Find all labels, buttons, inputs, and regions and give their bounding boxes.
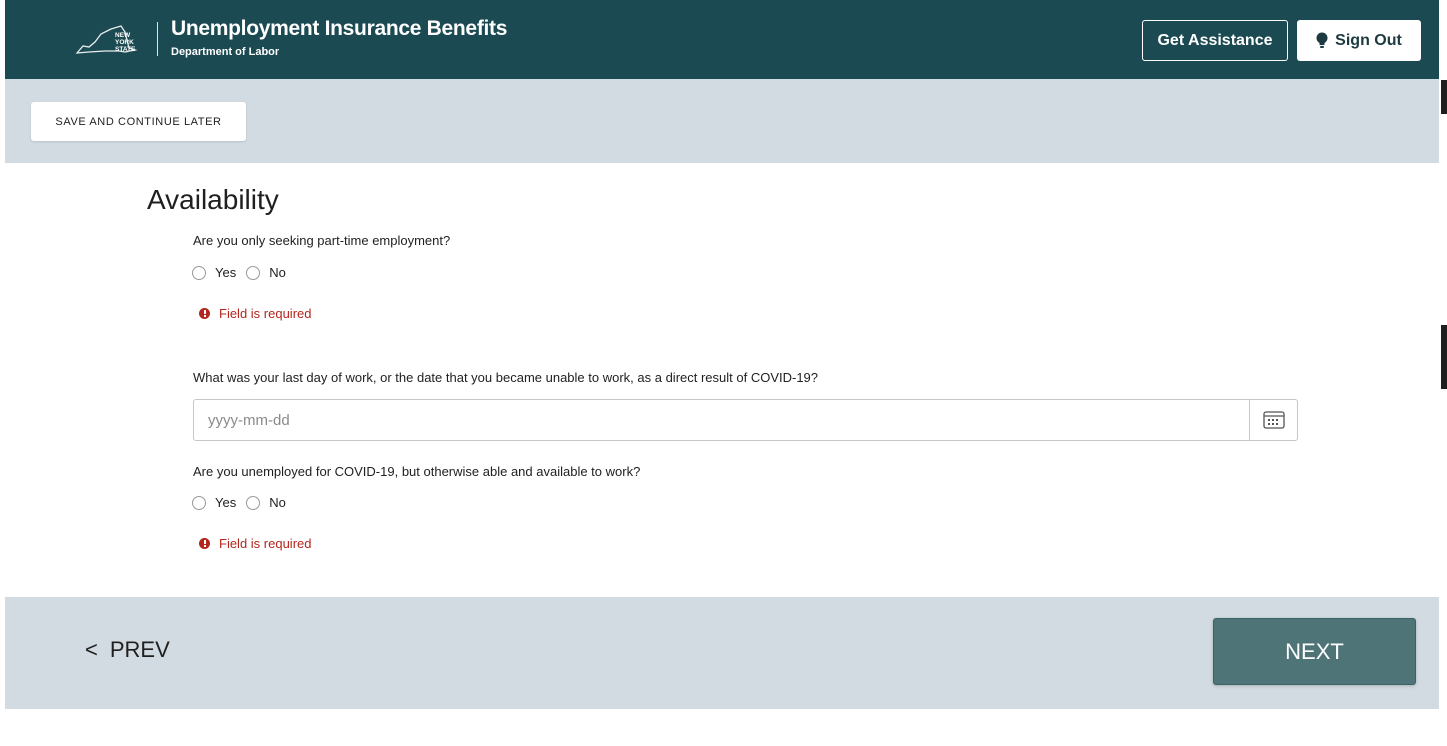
last-day-date-field [193, 399, 1298, 441]
action-bar: SAVE AND CONTINUE LATER [5, 79, 1439, 163]
able-available-error-text: Field is required [219, 536, 312, 551]
logo-line-2: YORK [115, 39, 134, 46]
part-time-no-radio[interactable] [246, 265, 261, 280]
sign-out-label: Sign Out [1335, 31, 1402, 49]
page-title: Availability [147, 184, 279, 215]
prev-button[interactable]: < PREV [85, 637, 170, 663]
part-time-no-label[interactable]: No [269, 265, 286, 280]
question-part-time: Are you only seeking part-time employmen… [193, 233, 451, 248]
part-time-error: Field is required [199, 306, 312, 321]
alert-circle-icon [199, 538, 210, 549]
calendar-button[interactable] [1249, 400, 1297, 440]
sign-out-button[interactable]: Sign Out [1297, 20, 1421, 61]
next-label: NEXT [1285, 638, 1344, 664]
able-available-error: Field is required [199, 536, 312, 551]
window-edge-mark [1441, 325, 1447, 389]
part-time-yes-label[interactable]: Yes [215, 265, 236, 280]
logo-line-1: NEW [115, 32, 131, 39]
logo-line-3: STATE [115, 46, 136, 53]
able-available-no-radio[interactable] [246, 495, 261, 510]
alert-circle-icon [199, 308, 210, 319]
next-button[interactable]: NEXT [1213, 618, 1416, 685]
save-and-continue-later-button[interactable]: SAVE AND CONTINUE LATER [31, 102, 246, 141]
lightbulb-icon [1316, 32, 1328, 48]
radio-group-part-time: Yes No [192, 265, 296, 280]
app-title: Unemployment Insurance Benefits [171, 17, 508, 40]
save-label: SAVE AND CONTINUE LATER [55, 115, 222, 128]
calendar-icon [1262, 411, 1285, 429]
question-able-available: Are you unemployed for COVID-19, but oth… [193, 464, 641, 479]
last-day-date-input[interactable] [194, 400, 1249, 440]
able-available-no-label[interactable]: No [269, 495, 286, 510]
prev-label: PREV [109, 637, 170, 662]
navigation-footer: < PREV NEXT [5, 597, 1439, 709]
radio-group-able-available: Yes No [192, 495, 296, 510]
logo-divider [157, 22, 158, 56]
prev-chevron-icon: < [85, 637, 98, 662]
top-header: NEW YORK STATE Unemployment Insurance Be… [5, 0, 1439, 79]
able-available-yes-radio[interactable] [192, 495, 206, 510]
get-assistance-label: Get Assistance [1157, 31, 1273, 49]
part-time-yes-radio[interactable] [192, 265, 206, 280]
app-subtitle: Department of Labor [171, 46, 280, 58]
window-edge-mark [1441, 80, 1447, 114]
part-time-error-text: Field is required [219, 306, 312, 321]
nys-logo-icon[interactable]: NEW YORK STATE [75, 20, 143, 58]
question-last-day: What was your last day of work, or the d… [193, 370, 819, 385]
get-assistance-button[interactable]: Get Assistance [1142, 20, 1288, 61]
able-available-yes-label[interactable]: Yes [215, 495, 236, 510]
